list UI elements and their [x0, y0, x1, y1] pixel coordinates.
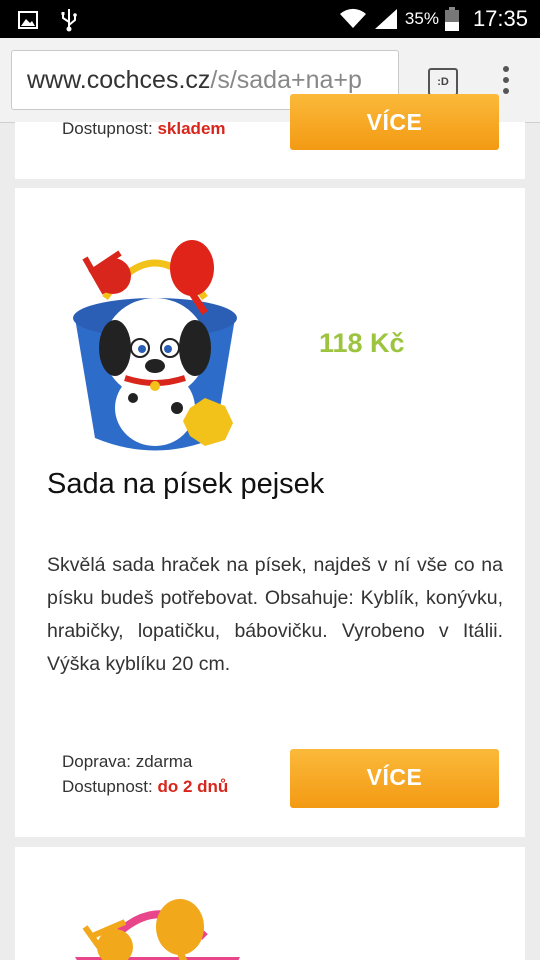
status-left-icons: [18, 8, 78, 32]
availability-value: skladem: [157, 119, 226, 138]
product-description: Skvělá sada hraček na písek, najdeš v ní…: [47, 554, 503, 675]
availability-label: Dostupnost:: [62, 777, 153, 796]
product-image[interactable]: [65, 238, 245, 453]
shipping: Doprava: zdarma: [62, 752, 193, 771]
url-text: www.cochces.cz/s/sada+na+p: [27, 66, 362, 95]
availability-label: Dostupnost:: [62, 119, 153, 138]
product-card: [15, 847, 525, 960]
wifi-icon: [339, 8, 366, 28]
availability: Dostupnost: skladem: [62, 119, 226, 139]
usb-icon: [61, 9, 77, 32]
product-image[interactable]: [65, 887, 265, 960]
status-bar: 35% 17:35: [0, 0, 540, 38]
more-button[interactable]: VÍCE: [290, 94, 499, 150]
product-card: Dostupnost: skladem VÍCE: [15, 94, 525, 179]
overflow-menu-button[interactable]: [496, 66, 516, 98]
battery-percent: 35%: [404, 9, 439, 28]
url-path: /s/sada+na+p: [210, 66, 362, 94]
url-domain: www.cochces.cz: [27, 66, 211, 94]
availability: Dostupnost: do 2 dnů: [62, 777, 228, 797]
battery-icon: [444, 7, 459, 31]
signal-icon: [374, 9, 397, 29]
availability-value: do 2 dnů: [157, 777, 229, 796]
status-right: 35% 17:35: [339, 6, 528, 32]
tab-switcher-button[interactable]: :D: [428, 68, 458, 96]
product-card: 118 Kč Sada na písek pejsek Skvělá sada …: [15, 188, 525, 837]
product-title[interactable]: Sada na písek pejsek: [47, 468, 324, 501]
clock: 17:35: [472, 6, 528, 31]
more-button[interactable]: VÍCE: [290, 749, 499, 808]
gallery-icon: [18, 11, 38, 29]
product-price: 118 Kč: [319, 328, 405, 358]
